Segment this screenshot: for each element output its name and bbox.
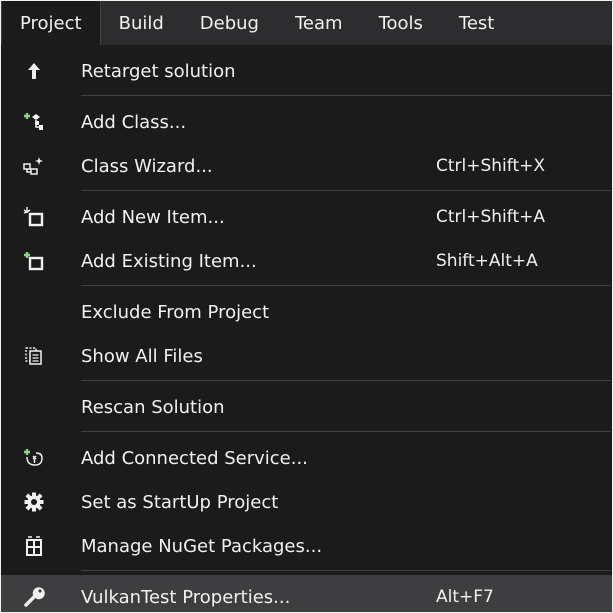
menu-item-label: Rescan Solution	[81, 396, 225, 418]
project-menu-dropdown: Retarget solution Add Class... Class Wiz…	[1, 45, 612, 613]
menu-item-add-new-item[interactable]: Add New Item... Ctrl+Shift+A	[1, 195, 612, 239]
menu-separator	[81, 190, 611, 191]
menu-item-label: Add New Item...	[81, 206, 225, 228]
wrench-icon	[1, 575, 67, 613]
menubar-debug[interactable]: Debug	[182, 1, 277, 45]
menu-item-shortcut: Ctrl+Shift+X	[436, 156, 546, 176]
connected-service-icon	[1, 436, 67, 480]
menu-item-label: Class Wizard...	[81, 155, 213, 177]
add-existing-item-icon	[1, 239, 67, 283]
menu-separator	[81, 285, 611, 286]
menubar-build[interactable]: Build	[101, 1, 182, 45]
menu-item-shortcut: Ctrl+Shift+A	[436, 207, 546, 227]
menu-item-class-wizard[interactable]: Class Wizard... Ctrl+Shift+X	[1, 144, 612, 188]
menu-item-exclude-from-project[interactable]: Exclude From Project	[1, 290, 612, 334]
menu-separator	[81, 95, 611, 96]
menubar-project[interactable]: Project	[1, 1, 101, 45]
menu-item-shortcut: Alt+F7	[436, 587, 494, 607]
arrow-up-icon	[1, 49, 67, 93]
menu-item-label: VulkanTest Properties...	[81, 586, 291, 608]
class-wizard-icon	[1, 144, 67, 188]
menu-item-project-properties[interactable]: VulkanTest Properties... Alt+F7	[1, 575, 612, 613]
menu-item-rescan-solution[interactable]: Rescan Solution	[1, 385, 612, 429]
menu-item-label: Retarget solution	[81, 60, 236, 82]
menu-item-label: Add Existing Item...	[81, 250, 257, 272]
add-new-item-icon	[1, 195, 67, 239]
menu-item-add-existing-item[interactable]: Add Existing Item... Shift+Alt+A	[1, 239, 612, 283]
menu-item-label: Set as StartUp Project	[81, 491, 279, 513]
menu-item-add-connected-service[interactable]: Add Connected Service...	[1, 436, 612, 480]
show-all-files-icon	[1, 334, 67, 378]
menu-item-manage-nuget-packages[interactable]: Manage NuGet Packages...	[1, 524, 612, 568]
menu-bar: Project Build Debug Team Tools Test	[1, 1, 612, 45]
menubar-tools[interactable]: Tools	[361, 1, 441, 45]
menu-item-label: Add Class...	[81, 111, 187, 133]
menu-item-label: Manage NuGet Packages...	[81, 535, 323, 557]
add-class-icon	[1, 100, 67, 144]
nuget-icon	[1, 524, 67, 568]
menu-separator	[81, 570, 611, 571]
menu-item-shortcut: Shift+Alt+A	[436, 251, 538, 271]
menubar-team[interactable]: Team	[277, 1, 361, 45]
menu-item-retarget-solution[interactable]: Retarget solution	[1, 49, 612, 93]
menu-item-label: Add Connected Service...	[81, 447, 308, 469]
menu-item-label: Show All Files	[81, 345, 203, 367]
menubar-test[interactable]: Test	[441, 1, 512, 45]
menu-item-show-all-files[interactable]: Show All Files	[1, 334, 612, 378]
menu-item-label: Exclude From Project	[81, 301, 270, 323]
menu-item-set-as-startup-project[interactable]: Set as StartUp Project	[1, 480, 612, 524]
menu-item-add-class[interactable]: Add Class...	[1, 100, 612, 144]
menu-separator	[81, 431, 611, 432]
gear-icon	[1, 480, 67, 524]
menu-separator	[81, 380, 611, 381]
